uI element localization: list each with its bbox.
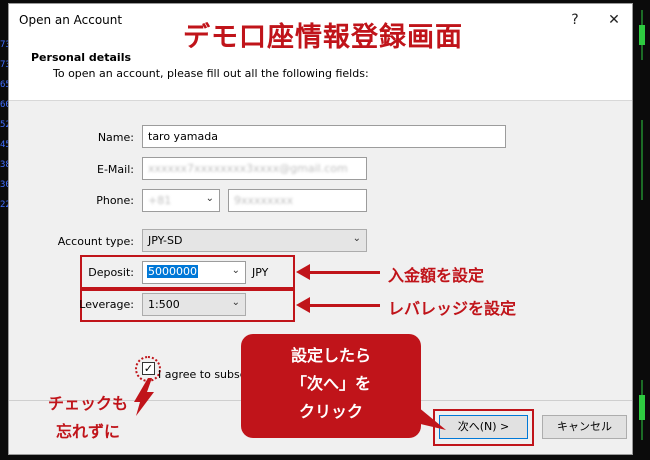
account-type-select[interactable]: JPY-SD ⌄ xyxy=(142,229,367,252)
account-type-label: Account type: xyxy=(57,235,134,248)
bubble-line-3: クリック xyxy=(298,402,363,421)
chevron-down-icon: ⌄ xyxy=(231,297,240,308)
phone-number-value: 9xxxxxxxx xyxy=(234,194,294,207)
chevron-down-icon: ⌄ xyxy=(231,265,240,276)
leverage-label: Leverage: xyxy=(79,298,134,311)
deposit-select[interactable]: 5000000 ⌄ xyxy=(142,261,246,284)
name-label: Name: xyxy=(97,131,134,144)
bubble-line-1: 設定したら xyxy=(290,346,371,365)
overlay-title: デモ口座情報登録画面 xyxy=(183,22,463,53)
close-button[interactable]: ✕ xyxy=(602,8,626,32)
email-label: E-Mail: xyxy=(97,163,134,176)
bubble-line-2: 「次へ」を xyxy=(290,374,371,393)
phone-code-select[interactable]: +81 ⌄ xyxy=(142,189,220,212)
deposit-note: 入金額を設定 xyxy=(388,266,485,285)
window-title: Open an Account xyxy=(19,13,123,27)
deposit-label: Deposit: xyxy=(88,266,134,279)
phone-code-value: +81 xyxy=(148,194,172,207)
bubble-pointer xyxy=(412,402,446,430)
leverage-note: レバレッジを設定 xyxy=(388,299,517,318)
agree-checkbox[interactable]: ✓ xyxy=(142,362,155,375)
deposit-arrow xyxy=(308,271,380,274)
account-type-value: JPY-SD xyxy=(148,234,183,247)
deposit-value: 5000000 xyxy=(147,265,198,278)
section-title: Personal details xyxy=(31,51,132,64)
chart-candles xyxy=(639,10,645,440)
cancel-button[interactable]: キャンセル xyxy=(542,415,627,439)
help-button[interactable]: ? xyxy=(563,8,587,32)
instruction-bubble: 設定したら 「次へ」を クリック xyxy=(241,334,421,438)
email-value: xxxxxx7xxxxxxxx3xxxx@gmail.com xyxy=(148,162,348,175)
agree-label: I agree to subscri xyxy=(158,368,254,381)
phone-number-input[interactable]: 9xxxxxxxx xyxy=(228,189,367,212)
name-input[interactable]: taro yamada xyxy=(142,125,506,148)
section-subtitle: To open an account, please fill out all … xyxy=(53,67,369,80)
phone-label: Phone: xyxy=(96,194,134,207)
email-input[interactable]: xxxxxx7xxxxxxxx3xxxx@gmail.com xyxy=(142,157,367,180)
chevron-down-icon: ⌄ xyxy=(205,193,214,204)
chevron-down-icon: ⌄ xyxy=(352,233,361,244)
leverage-value: 1:500 xyxy=(148,298,180,311)
next-button[interactable]: 次へ(N) > xyxy=(439,415,528,439)
check-note-line-2: 忘れずに xyxy=(55,422,120,441)
check-note: チェックも 忘れずに xyxy=(38,390,138,446)
check-note-line-1: チェックも xyxy=(47,394,128,413)
deposit-currency: JPY xyxy=(252,266,269,279)
leverage-select[interactable]: 1:500 ⌄ xyxy=(142,293,246,316)
leverage-arrow xyxy=(308,304,380,307)
